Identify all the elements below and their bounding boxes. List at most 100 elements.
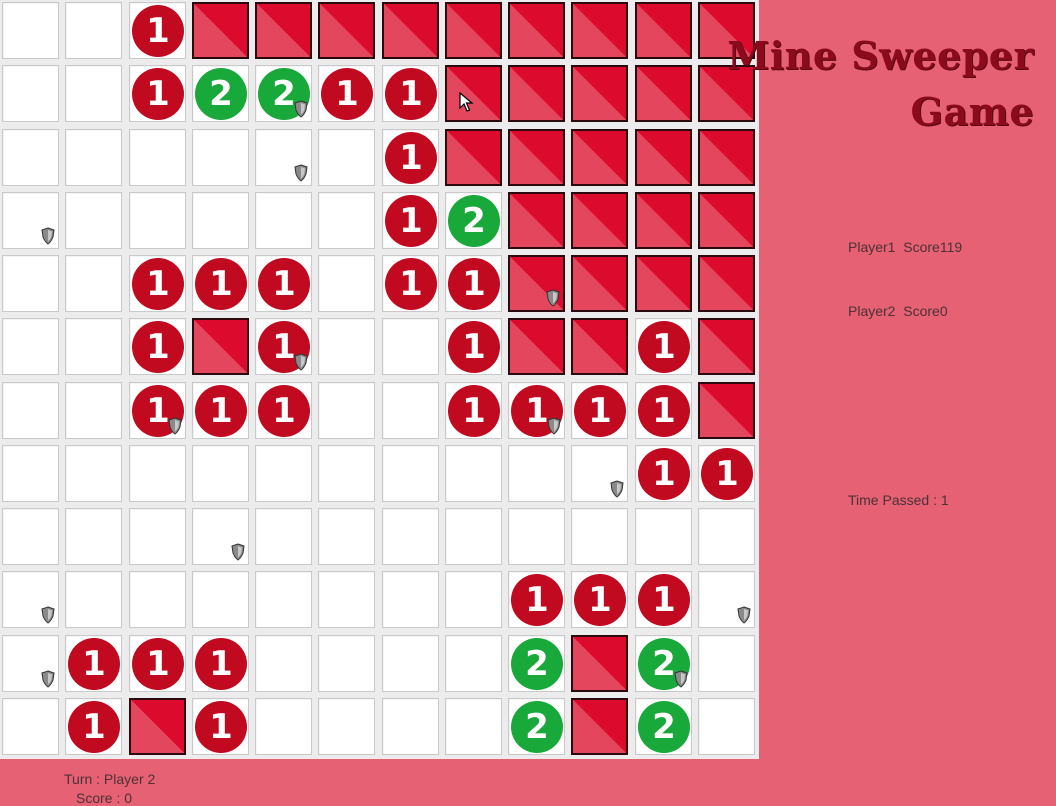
mine-count-number: 1 xyxy=(195,258,247,310)
revealed-tile xyxy=(382,445,439,502)
revealed-tile xyxy=(255,571,312,628)
hidden-tile[interactable] xyxy=(508,65,565,122)
hidden-tile[interactable] xyxy=(698,255,755,312)
revealed-tile: 1 xyxy=(129,65,186,122)
mine-count-number: 2 xyxy=(511,701,563,753)
mine-count-number: 1 xyxy=(68,701,120,753)
hidden-tile[interactable] xyxy=(571,318,628,375)
hidden-tile[interactable] xyxy=(635,2,692,59)
current-score: Score : 0 xyxy=(76,790,133,806)
shield-icon xyxy=(294,100,308,118)
hidden-tile[interactable] xyxy=(382,2,439,59)
mine-count-number: 1 xyxy=(701,448,753,500)
hidden-tile[interactable] xyxy=(635,65,692,122)
revealed-tile xyxy=(65,2,122,59)
revealed-tile xyxy=(2,508,59,565)
hidden-tile[interactable] xyxy=(698,318,755,375)
revealed-tile xyxy=(129,192,186,249)
hidden-tile[interactable] xyxy=(571,192,628,249)
hidden-tile[interactable] xyxy=(635,192,692,249)
mine-count-number: 1 xyxy=(385,195,437,247)
hidden-tile[interactable] xyxy=(508,192,565,249)
revealed-tile xyxy=(255,508,312,565)
player2-score: Player2 Score0 xyxy=(848,303,948,319)
hidden-tile[interactable] xyxy=(192,318,249,375)
revealed-tile: 1 xyxy=(192,698,249,755)
hidden-tile[interactable] xyxy=(508,2,565,59)
hidden-tile[interactable] xyxy=(571,129,628,186)
title-line-2: Game xyxy=(910,89,1034,134)
revealed-tile xyxy=(2,65,59,122)
hidden-tile[interactable] xyxy=(635,129,692,186)
hidden-tile[interactable] xyxy=(129,698,186,755)
revealed-tile: 2 xyxy=(192,65,249,122)
mine-count-number: 1 xyxy=(195,638,247,690)
mine-count-number: 1 xyxy=(511,574,563,626)
hidden-tile[interactable] xyxy=(571,635,628,692)
revealed-tile xyxy=(192,192,249,249)
revealed-tile: 1 xyxy=(192,635,249,692)
revealed-tile: 1 xyxy=(129,2,186,59)
revealed-tile: 1 xyxy=(129,382,186,439)
mine-count-number: 1 xyxy=(638,385,690,437)
hidden-tile[interactable] xyxy=(571,65,628,122)
hidden-tile[interactable] xyxy=(698,382,755,439)
revealed-tile xyxy=(445,635,502,692)
hidden-tile[interactable] xyxy=(571,698,628,755)
hidden-tile[interactable] xyxy=(698,192,755,249)
hidden-tile[interactable] xyxy=(445,129,502,186)
mine-count-number: 1 xyxy=(258,385,310,437)
revealed-tile xyxy=(65,129,122,186)
hidden-tile[interactable] xyxy=(192,2,249,59)
revealed-tile xyxy=(318,698,375,755)
shield-icon xyxy=(547,417,561,435)
revealed-tile xyxy=(318,382,375,439)
hidden-tile[interactable] xyxy=(255,2,312,59)
revealed-tile xyxy=(635,508,692,565)
mine-count-number: 1 xyxy=(68,638,120,690)
shield-icon xyxy=(737,606,751,624)
revealed-tile xyxy=(445,508,502,565)
revealed-tile xyxy=(65,65,122,122)
revealed-tile: 2 xyxy=(635,635,692,692)
revealed-tile xyxy=(255,445,312,502)
hidden-tile[interactable] xyxy=(635,255,692,312)
hidden-tile[interactable] xyxy=(318,2,375,59)
mine-count-number: 1 xyxy=(195,385,247,437)
revealed-tile xyxy=(2,192,59,249)
revealed-tile: 1 xyxy=(382,192,439,249)
hidden-tile[interactable] xyxy=(571,2,628,59)
mine-count-number: 1 xyxy=(574,385,626,437)
revealed-tile: 1 xyxy=(445,382,502,439)
revealed-tile xyxy=(192,508,249,565)
revealed-tile: 1 xyxy=(635,382,692,439)
hidden-tile[interactable] xyxy=(571,255,628,312)
mine-count-number: 1 xyxy=(258,258,310,310)
mine-count-number: 1 xyxy=(448,321,500,373)
hidden-tile[interactable] xyxy=(508,129,565,186)
revealed-tile xyxy=(445,698,502,755)
revealed-tile xyxy=(318,571,375,628)
mine-count-number: 1 xyxy=(321,68,373,120)
hidden-tile[interactable] xyxy=(508,255,565,312)
mine-count-number: 1 xyxy=(574,574,626,626)
shield-icon xyxy=(674,670,688,688)
mine-count-number: 1 xyxy=(195,701,247,753)
revealed-tile xyxy=(508,445,565,502)
revealed-tile xyxy=(255,635,312,692)
mine-count-number: 2 xyxy=(448,195,500,247)
revealed-tile xyxy=(65,318,122,375)
revealed-tile xyxy=(192,129,249,186)
mine-count-number: 1 xyxy=(132,321,184,373)
revealed-tile xyxy=(508,508,565,565)
revealed-tile: 1 xyxy=(255,318,312,375)
mine-count-number: 1 xyxy=(132,5,184,57)
hidden-tile[interactable] xyxy=(508,318,565,375)
revealed-tile xyxy=(698,635,755,692)
shield-icon xyxy=(294,353,308,371)
hidden-tile[interactable] xyxy=(445,2,502,59)
minesweeper-board: 112211112111111111111111111111111221122 xyxy=(0,0,759,759)
revealed-tile xyxy=(129,571,186,628)
revealed-tile xyxy=(2,635,59,692)
revealed-tile xyxy=(382,571,439,628)
